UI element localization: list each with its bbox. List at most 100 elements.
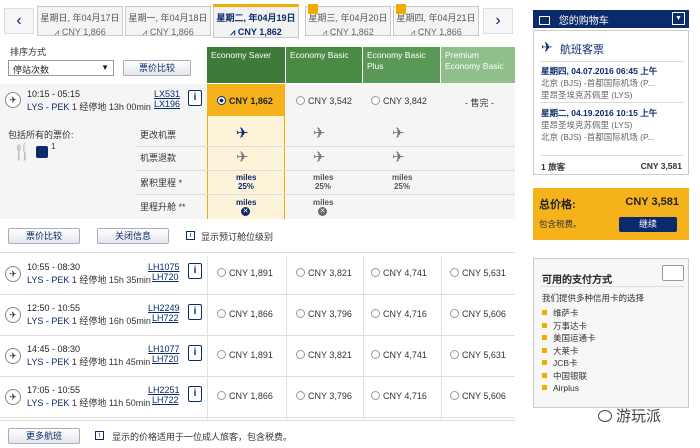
flight-number[interactable]: LH720 xyxy=(152,354,179,364)
feature-change-ticket: 更改机票 xyxy=(140,130,177,140)
fare-price[interactable]: CNY 3,796 xyxy=(296,391,352,401)
flight-info-button[interactable]: i xyxy=(188,345,202,361)
flight-number[interactable]: LH722 xyxy=(152,395,179,405)
watermark: 游玩派 xyxy=(598,405,661,426)
payment-panel: 可用的支付方式 我们提供多种信用卡的选择 维萨卡 万事达卡 美国运通卡 大莱卡 … xyxy=(533,258,689,408)
fare-price[interactable]: CNY 1,866 xyxy=(217,309,273,319)
divider xyxy=(0,252,515,253)
payment-intro: 我们提供多种信用卡的选择 xyxy=(542,293,645,303)
divider xyxy=(540,155,684,156)
lowest-price-tag-icon xyxy=(396,4,406,14)
flight-number[interactable]: LH2251 xyxy=(148,385,180,395)
next-dates-button[interactable]: › xyxy=(483,8,513,34)
sort-select[interactable]: 停站次数 ▼ xyxy=(8,60,114,76)
cutlery-icon: 🍴 xyxy=(12,144,32,161)
plane-icon: ✈ xyxy=(5,307,21,323)
fare-price[interactable]: CNY 5,631 xyxy=(450,268,506,278)
total-price-panel: 总价格: CNY 3,581 包含税费。 继续 xyxy=(533,188,689,240)
more-flights-button[interactable]: 更多航班 xyxy=(8,428,80,444)
segment-date: 星期四, 04.07.2016 06:45 上午 xyxy=(541,66,658,76)
plane-icon: ⩘ xyxy=(410,27,416,37)
cart-panel: ✈ 航班客票 星期四, 04.07.2016 06:45 上午 北京 (BJS)… xyxy=(533,30,689,175)
fare-price[interactable]: CNY 5,606 xyxy=(450,391,506,401)
flight-info-button[interactable]: i xyxy=(188,263,202,279)
fare-price[interactable]: CNY 1,891 xyxy=(217,350,273,360)
fare-price[interactable]: CNY 1,866 xyxy=(217,391,273,401)
date-tab[interactable]: 星期日, 年04月17日 ⩘ CNY 1,866 xyxy=(37,6,123,37)
fare-price[interactable]: CNY 3,821 xyxy=(296,350,352,360)
plane-refund-icon: ✈ xyxy=(313,149,326,166)
flight-number[interactable]: LH1077 xyxy=(148,344,180,354)
feature-refund: 机票退款 xyxy=(140,153,177,163)
payment-card-item: 维萨卡 xyxy=(542,307,596,320)
payment-card-item: JCB卡 xyxy=(542,357,596,370)
miles-upgrade-value: miles xyxy=(236,198,257,207)
fare-compare-button[interactable]: 票价比较 xyxy=(8,228,80,244)
fare-price[interactable]: CNY 3,796 xyxy=(296,309,352,319)
fare-price[interactable]: CNY 3,542 xyxy=(296,96,352,106)
plane-icon: ✈ xyxy=(5,389,21,405)
flight-info-button[interactable]: i xyxy=(188,386,202,402)
chevron-down-icon[interactable]: ▼ xyxy=(672,12,685,25)
column-divider xyxy=(207,256,208,420)
payment-card-item: 大莱卡 xyxy=(542,345,596,358)
divider xyxy=(540,286,684,287)
not-available-icon: ✕ xyxy=(241,207,250,216)
divider xyxy=(135,170,515,171)
continue-button[interactable]: 继续 xyxy=(619,217,677,232)
fare-price[interactable]: CNY 5,606 xyxy=(450,309,506,319)
flight-number[interactable]: LX531 xyxy=(154,89,180,99)
date-tab[interactable]: 星期四, 年04月21日 ⩘ CNY 1,866 xyxy=(393,4,479,37)
fare-price[interactable]: CNY 4,716 xyxy=(371,309,427,319)
flight-info-button[interactable]: i xyxy=(188,304,202,320)
segment-origin: 北京 (BJS) -首都国际机场 (P... xyxy=(541,78,655,88)
chevron-down-icon: ▼ xyxy=(101,63,109,72)
fare-price[interactable]: CNY 5,631 xyxy=(450,350,506,360)
plane-icon: ✈ xyxy=(5,92,21,108)
plane-icon: ✈ xyxy=(541,39,553,55)
fare-price[interactable]: CNY 1,891 xyxy=(217,268,273,278)
passenger-count: 1 旅客 xyxy=(541,162,566,172)
cart-section-title: 航班客票 xyxy=(560,44,604,56)
divider xyxy=(540,61,684,62)
fare-price[interactable]: CNY 4,741 xyxy=(371,350,427,360)
show-booking-class-link[interactable]: 显示预订舱位级别 xyxy=(201,230,273,243)
flight-number[interactable]: LH722 xyxy=(152,313,179,323)
prev-dates-button[interactable]: ‹ xyxy=(4,8,34,34)
fare-price[interactable]: CNY 4,741 xyxy=(371,268,427,278)
sort-label: 排序方式 xyxy=(10,47,47,57)
sold-out-label: - 售完 - xyxy=(465,98,494,108)
fare-price[interactable]: CNY 4,716 xyxy=(371,391,427,401)
tax-note: 包含税费。 xyxy=(539,219,582,229)
fare-column-economy-basic-plus: Economy Basic Plus xyxy=(363,47,440,83)
flight-number[interactable]: LH2249 xyxy=(148,303,180,313)
date-tab[interactable]: 星期一, 年04月18日 ⩘ CNY 1,866 xyxy=(125,6,211,37)
payment-card-item: 美国运通卡 xyxy=(542,332,596,345)
luggage-icon xyxy=(36,146,48,158)
credit-card-icon xyxy=(662,265,684,281)
fare-column-economy-basic: Economy Basic xyxy=(286,47,362,83)
divider xyxy=(0,335,515,336)
payment-title: 可用的支付方式 xyxy=(542,275,612,286)
fare-compare-button[interactable]: 票价比较 xyxy=(123,60,191,76)
flight-info-button[interactable]: i xyxy=(188,90,202,106)
close-info-button[interactable]: 关闭信息 xyxy=(97,228,169,244)
divider xyxy=(0,294,515,295)
payment-card-item: 中国银联 xyxy=(542,370,596,383)
plane-icon: ⩘ xyxy=(230,27,236,37)
cart-header: 您的购物车 ▼ xyxy=(533,10,689,28)
not-available-icon: ✕ xyxy=(318,207,327,216)
flight-time: 10:15 - 05:15 xyxy=(27,89,81,99)
column-divider xyxy=(363,256,364,420)
fare-column-economy-saver: Economy Saver xyxy=(207,47,285,83)
divider xyxy=(0,420,515,421)
fare-price[interactable]: CNY 3,821 xyxy=(296,268,352,278)
flight-number[interactable]: LH720 xyxy=(152,272,179,282)
fare-price-selected[interactable]: CNY 1,862 xyxy=(217,96,273,106)
date-tab-selected[interactable]: 星期二, 年04月19日 ⩘ CNY 1,862 xyxy=(213,4,299,38)
date-tab[interactable]: 星期三, 年04月20日 ⩘ CNY 1,862 xyxy=(305,4,391,37)
fare-column-premium-economy-basic: Premium Economy Basic xyxy=(441,47,515,83)
fare-price[interactable]: CNY 3,842 xyxy=(371,96,427,106)
flight-number[interactable]: LX196 xyxy=(154,99,180,109)
flight-number[interactable]: LH1075 xyxy=(148,262,180,272)
